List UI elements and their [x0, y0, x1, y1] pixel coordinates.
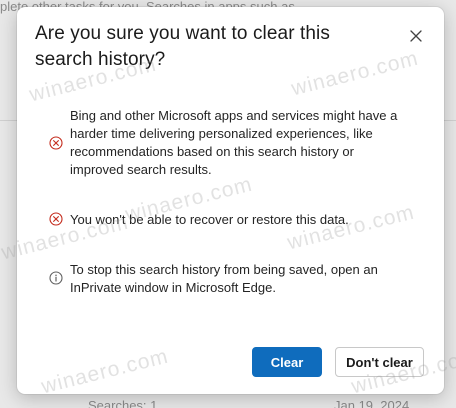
warning-text: Bing and other Microsoft apps and servic…: [70, 108, 398, 177]
background-date: Jan 19, 2024: [334, 398, 410, 408]
background-searches-count: Searches: 1: [88, 398, 158, 408]
background-divider: [444, 120, 456, 121]
close-button[interactable]: [404, 24, 428, 48]
clear-history-dialog: Are you sure you want to clear this sear…: [17, 7, 444, 394]
error-circle-icon: [49, 136, 63, 150]
info-circle-icon: [49, 271, 63, 285]
info-text: To stop this search history from being s…: [70, 262, 378, 295]
dialog-title: Are you sure you want to clear this sear…: [35, 23, 330, 70]
close-icon: [410, 30, 422, 42]
error-circle-icon: [49, 212, 63, 226]
dont-clear-button[interactable]: Don't clear: [335, 347, 424, 377]
warning-text: You won't be able to recover or restore …: [70, 212, 349, 227]
clear-button[interactable]: Clear: [252, 347, 322, 377]
